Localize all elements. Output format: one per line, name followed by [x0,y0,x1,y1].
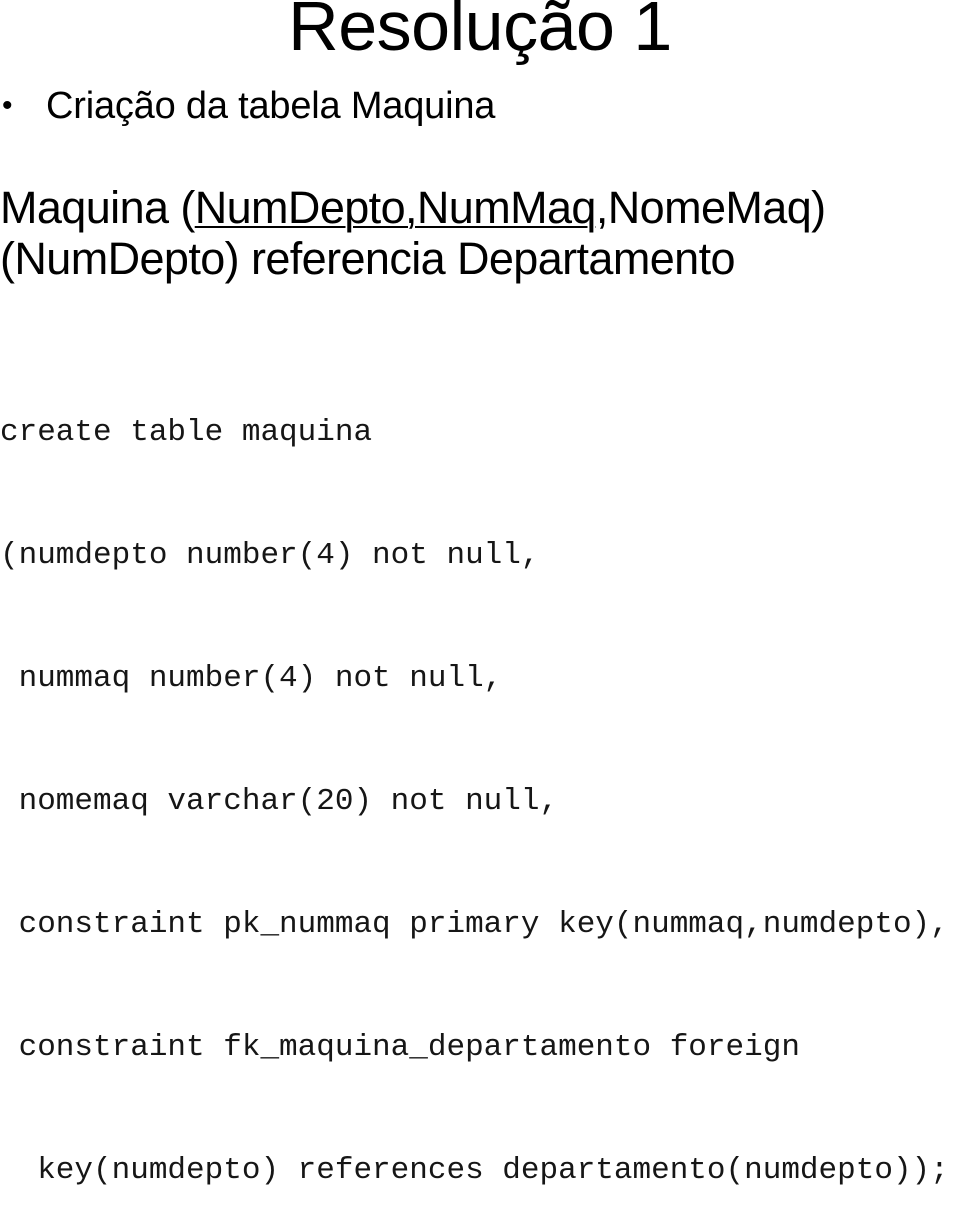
schema-relation-line: Maquina (NumDepto,NumMaq,NomeMaq) [0,182,826,233]
page-title: Resolução 1 [288,0,672,65]
sql-code-line: constraint fk_maquina_departamento forei… [0,1030,800,1065]
bullet-item-label: Criação da tabela Maquina [46,85,496,127]
schema-relation-suffix: ,NomeMaq) [595,182,826,233]
bullet-marker-icon: • [2,89,13,122]
schema-primary-key: NumDepto,NumMaq [194,182,597,233]
sql-code-line: nummaq number(4) not null, [0,661,503,696]
sql-code-line: constraint pk_nummaq primary key(nummaq,… [0,907,949,942]
bullet-list-item: • Criação da tabela Maquina [0,84,930,128]
sql-code-line: key(numdepto) references departamento(nu… [0,1153,949,1188]
slide-canvas: Resolução 1 • Criação da tabela Maquina … [0,0,960,1188]
relation-schema: Maquina (NumDepto,NumMaq,NomeMaq) (NumDe… [0,182,826,284]
schema-relation-prefix: Maquina ( [0,182,195,233]
sql-code-line: (numdepto number(4) not null, [0,538,540,573]
sql-code-line: nomemaq varchar(20) not null, [0,784,559,819]
sql-code-block: create table maquina (numdepto number(4)… [0,330,960,1220]
schema-foreign-key-line: (NumDepto) referencia Departamento [0,233,736,284]
sql-code-line: create table maquina [0,415,373,450]
